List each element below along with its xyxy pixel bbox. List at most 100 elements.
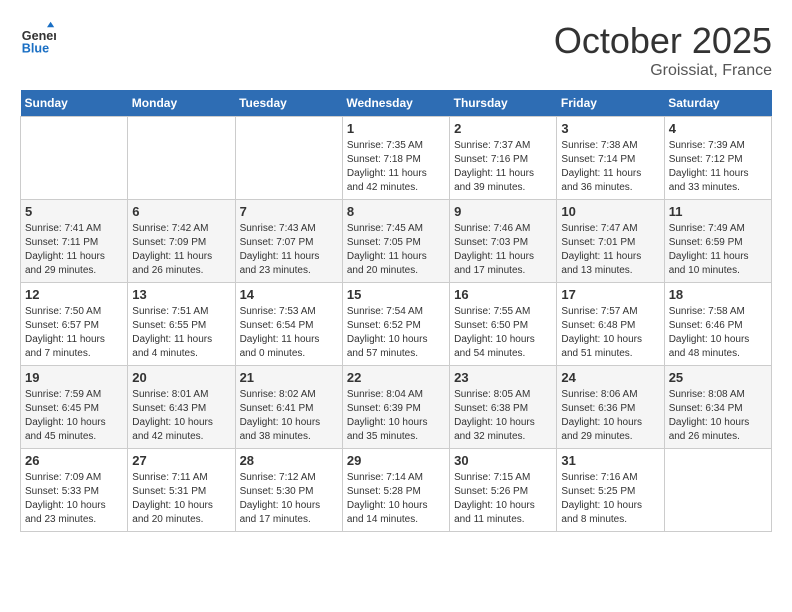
calendar-cell: 25Sunrise: 8:08 AMSunset: 6:34 PMDayligh… [664, 366, 771, 449]
weekday-header: Saturday [664, 90, 771, 117]
calendar-cell: 24 Sunrise: 8:06 AMSunset: 6:36 PMDayligh… [557, 366, 664, 449]
day-number: 19 [25, 370, 123, 385]
calendar-cell [235, 117, 342, 200]
day-number: 15 [347, 287, 445, 302]
day-info: Sunrise: 8:01 AMSunset: 6:43 PMDaylight:… [132, 388, 230, 444]
calendar-week-row: 26 Sunrise: 7:09 AMSunset: 5:33 PMDayligh… [21, 449, 772, 532]
calendar-cell: 4 Sunrise: 7:39 AMSunset: 7:12 PMDaylight… [664, 117, 771, 200]
calendar-cell: 12 Sunrise: 7:50 AMSunset: 6:57 PMDayligh… [21, 283, 128, 366]
day-number: 28 [240, 453, 338, 468]
day-info: Sunrise: 7:53 AMSunset: 6:54 PMDaylight:… [240, 305, 338, 361]
day-info: Sunrise: 8:04 AMSunset: 6:39 PMDaylight:… [347, 388, 445, 444]
day-info: Sunrise: 7:12 AMSunset: 5:30 PMDaylight:… [240, 471, 338, 527]
day-number: 3 [561, 121, 659, 136]
calendar-week-row: 12 Sunrise: 7:50 AMSunset: 6:57 PMDayligh… [21, 283, 772, 366]
day-info: Sunrise: 7:11 AMSunset: 5:31 PMDaylight:… [132, 471, 230, 527]
day-info: Sunrise: 7:09 AMSunset: 5:33 PMDaylight:… [25, 471, 123, 527]
calendar-cell: 21 Sunrise: 8:02 AMSunset: 6:41 PMDayligh… [235, 366, 342, 449]
day-number: 5 [25, 204, 123, 219]
day-number: 4 [669, 121, 767, 136]
logo-icon: General Blue [20, 20, 56, 56]
day-info: Sunrise: 7:55 AMSunset: 6:50 PMDaylight:… [454, 305, 552, 361]
calendar-cell: 14 Sunrise: 7:53 AMSunset: 6:54 PMDayligh… [235, 283, 342, 366]
calendar-cell [664, 449, 771, 532]
calendar-cell: 28 Sunrise: 7:12 AMSunset: 5:30 PMDayligh… [235, 449, 342, 532]
day-info: Sunrise: 7:37 AMSunset: 7:16 PMDaylight:… [454, 139, 552, 195]
day-number: 1 [347, 121, 445, 136]
day-info: Sunrise: 7:38 AMSunset: 7:14 PMDaylight:… [561, 139, 659, 195]
calendar-cell: 6Sunrise: 7:42 AMSunset: 7:09 PMDaylight… [128, 200, 235, 283]
page-header: General Blue October 2025 Groissiat, Fra… [20, 20, 772, 80]
day-info: Sunrise: 7:51 AMSunset: 6:55 PMDaylight:… [132, 305, 230, 361]
calendar-cell: 27 Sunrise: 7:11 AMSunset: 5:31 PMDayligh… [128, 449, 235, 532]
day-info: Sunrise: 8:06 AMSunset: 6:36 PMDaylight:… [561, 388, 659, 444]
calendar-cell: 8 Sunrise: 7:45 AMSunset: 7:05 PMDaylight… [342, 200, 449, 283]
day-info: Sunrise: 7:16 AMSunset: 5:25 PMDaylight:… [561, 471, 659, 527]
day-info: Sunrise: 7:43 AMSunset: 7:07 PMDaylight:… [240, 222, 338, 278]
day-number: 16 [454, 287, 552, 302]
calendar-cell: 10 Sunrise: 7:47 AMSunset: 7:01 PMDayligh… [557, 200, 664, 283]
day-number: 21 [240, 370, 338, 385]
day-info: Sunrise: 7:14 AMSunset: 5:28 PMDaylight:… [347, 471, 445, 527]
calendar-cell: 30Sunrise: 7:15 AMSunset: 5:26 PMDayligh… [450, 449, 557, 532]
weekday-header: Thursday [450, 90, 557, 117]
calendar-cell: 5Sunrise: 7:41 AMSunset: 7:11 PMDaylight… [21, 200, 128, 283]
calendar-header-row: SundayMondayTuesdayWednesdayThursdayFrid… [21, 90, 772, 117]
calendar-cell: 9 Sunrise: 7:46 AMSunset: 7:03 PMDaylight… [450, 200, 557, 283]
weekday-header: Wednesday [342, 90, 449, 117]
day-info: Sunrise: 7:50 AMSunset: 6:57 PMDaylight:… [25, 305, 123, 361]
calendar-cell: 11Sunrise: 7:49 AMSunset: 6:59 PMDayligh… [664, 200, 771, 283]
svg-text:Blue: Blue [22, 41, 49, 55]
weekday-header: Sunday [21, 90, 128, 117]
calendar-cell: 16 Sunrise: 7:55 AMSunset: 6:50 PMDayligh… [450, 283, 557, 366]
calendar-cell: 7Sunrise: 7:43 AMSunset: 7:07 PMDaylight… [235, 200, 342, 283]
title-block: October 2025 Groissiat, France [554, 20, 772, 80]
calendar-cell: 18 Sunrise: 7:58 AMSunset: 6:46 PMDayligh… [664, 283, 771, 366]
day-info: Sunrise: 7:54 AMSunset: 6:52 PMDaylight:… [347, 305, 445, 361]
day-info: Sunrise: 7:59 AMSunset: 6:45 PMDaylight:… [25, 388, 123, 444]
calendar-cell: 31 Sunrise: 7:16 AMSunset: 5:25 PMDayligh… [557, 449, 664, 532]
day-info: Sunrise: 7:45 AMSunset: 7:05 PMDaylight:… [347, 222, 445, 278]
calendar-cell: 13 Sunrise: 7:51 AMSunset: 6:55 PMDayligh… [128, 283, 235, 366]
calendar-cell [128, 117, 235, 200]
day-number: 24 [561, 370, 659, 385]
day-number: 8 [347, 204, 445, 219]
day-number: 31 [561, 453, 659, 468]
day-info: Sunrise: 7:58 AMSunset: 6:46 PMDaylight:… [669, 305, 767, 361]
calendar-cell: 23 Sunrise: 8:05 AMSunset: 6:38 PMDayligh… [450, 366, 557, 449]
day-number: 2 [454, 121, 552, 136]
calendar-table: SundayMondayTuesdayWednesdayThursdayFrid… [20, 90, 772, 532]
day-info: Sunrise: 8:02 AMSunset: 6:41 PMDaylight:… [240, 388, 338, 444]
weekday-header: Monday [128, 90, 235, 117]
day-number: 23 [454, 370, 552, 385]
day-info: Sunrise: 7:49 AMSunset: 6:59 PMDaylight:… [669, 222, 767, 278]
day-number: 9 [454, 204, 552, 219]
logo: General Blue [20, 20, 60, 56]
calendar-week-row: 5Sunrise: 7:41 AMSunset: 7:11 PMDaylight… [21, 200, 772, 283]
location: Groissiat, France [554, 62, 772, 80]
day-number: 18 [669, 287, 767, 302]
calendar-cell [21, 117, 128, 200]
day-info: Sunrise: 8:05 AMSunset: 6:38 PMDaylight:… [454, 388, 552, 444]
day-info: Sunrise: 7:46 AMSunset: 7:03 PMDaylight:… [454, 222, 552, 278]
day-info: Sunrise: 8:08 AMSunset: 6:34 PMDaylight:… [669, 388, 767, 444]
day-number: 14 [240, 287, 338, 302]
calendar-cell: 29 Sunrise: 7:14 AMSunset: 5:28 PMDayligh… [342, 449, 449, 532]
day-number: 20 [132, 370, 230, 385]
day-info: Sunrise: 7:47 AMSunset: 7:01 PMDaylight:… [561, 222, 659, 278]
day-info: Sunrise: 7:35 AMSunset: 7:18 PMDaylight:… [347, 139, 445, 195]
calendar-cell: 19 Sunrise: 7:59 AMSunset: 6:45 PMDayligh… [21, 366, 128, 449]
day-number: 27 [132, 453, 230, 468]
calendar-cell: 17Sunrise: 7:57 AMSunset: 6:48 PMDayligh… [557, 283, 664, 366]
day-info: Sunrise: 7:39 AMSunset: 7:12 PMDaylight:… [669, 139, 767, 195]
weekday-header: Friday [557, 90, 664, 117]
day-number: 10 [561, 204, 659, 219]
day-number: 12 [25, 287, 123, 302]
day-number: 29 [347, 453, 445, 468]
day-number: 13 [132, 287, 230, 302]
day-number: 26 [25, 453, 123, 468]
weekday-header: Tuesday [235, 90, 342, 117]
calendar-cell: 15 Sunrise: 7:54 AMSunset: 6:52 PMDayligh… [342, 283, 449, 366]
day-number: 30 [454, 453, 552, 468]
calendar-cell: 26 Sunrise: 7:09 AMSunset: 5:33 PMDayligh… [21, 449, 128, 532]
